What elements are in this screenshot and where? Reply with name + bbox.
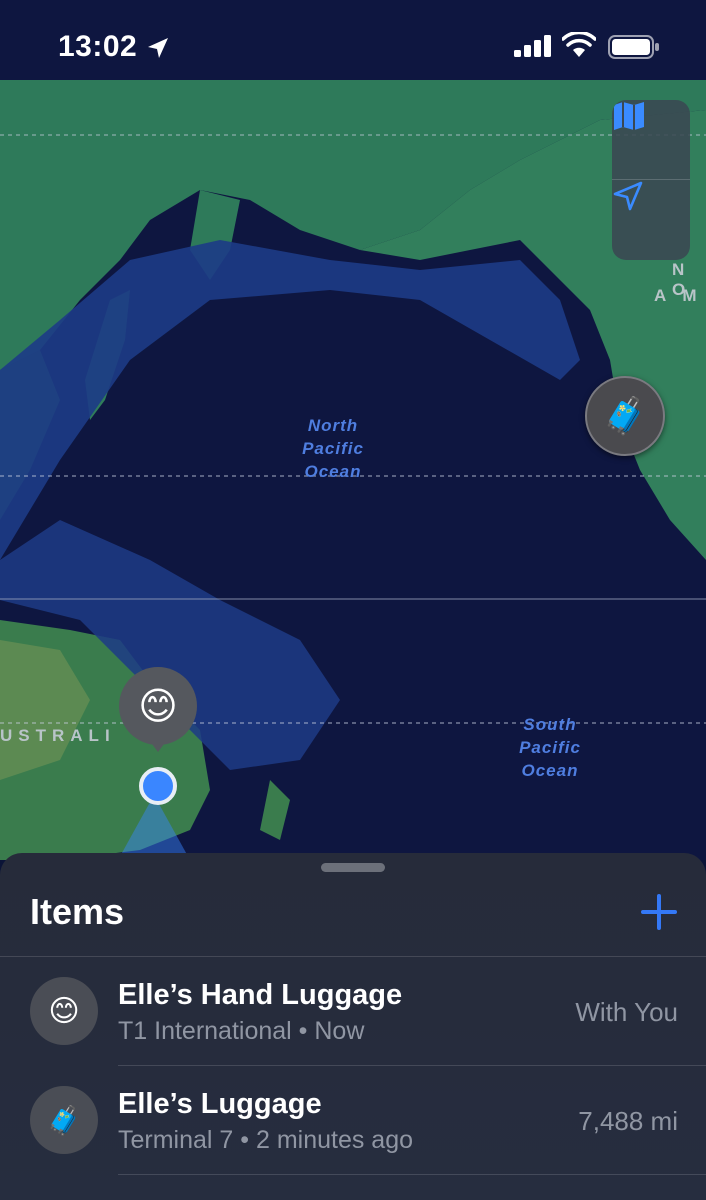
north-america-label-line2: A M (654, 286, 703, 305)
pin-tail (149, 740, 167, 752)
cellular-signal-icon (514, 35, 551, 57)
status-bar: 13:02 (0, 0, 706, 90)
south-pacific-label: South Pacific Ocean (519, 715, 581, 780)
divider (118, 1174, 706, 1175)
north-pacific-label: North Pacific Ocean (302, 416, 364, 481)
location-arrow-icon (613, 181, 643, 211)
avatar: 🧳 (30, 1086, 98, 1154)
map-icon (614, 102, 644, 130)
luggage-map-pin[interactable]: 🧳 (585, 376, 665, 456)
avatar: 😊 (30, 977, 98, 1045)
map-style-button[interactable] (612, 100, 690, 180)
location-arrow-icon (148, 38, 168, 58)
item-subtitle: Terminal 7 • 2 minutes ago (118, 1126, 414, 1154)
items-sheet: Items 😊 Elle’s Hand Luggage T1 Internati… (0, 853, 706, 1200)
item-emoji: 🧳 (46, 1104, 82, 1136)
item-subtitle: T1 International • Now (118, 1017, 365, 1045)
item-status: With You (575, 997, 678, 1027)
hand-luggage-map-pin[interactable]: 😊 (119, 667, 197, 745)
hand-luggage-pin-emoji: 😊 (138, 685, 178, 728)
map-view[interactable]: North Pacific Ocean South Pacific Ocean … (0, 0, 706, 860)
australia-label: USTRALI (0, 726, 116, 745)
item-emoji: 😊 (48, 994, 80, 1028)
sheet-title: Items (30, 891, 125, 932)
wifi-icon (562, 32, 596, 57)
track-location-button[interactable] (612, 180, 690, 259)
item-name: Elle’s Hand Luggage (118, 979, 403, 1011)
sheet-grabber[interactable] (321, 863, 385, 872)
list-item[interactable]: 🧳 Elle’s Luggage Terminal 7 • 2 minutes … (0, 1066, 706, 1174)
plus-icon[interactable] (640, 893, 678, 931)
map-controls (612, 100, 690, 260)
current-location-dot (139, 767, 177, 805)
luggage-pin-emoji: 🧳 (602, 395, 648, 436)
status-time: 13:02 (58, 30, 138, 63)
item-name: Elle’s Luggage (118, 1088, 322, 1120)
list-item[interactable]: 😊 Elle’s Hand Luggage T1 International •… (0, 957, 706, 1065)
item-status: 7,488 mi (578, 1106, 678, 1136)
battery-icon (608, 35, 659, 59)
